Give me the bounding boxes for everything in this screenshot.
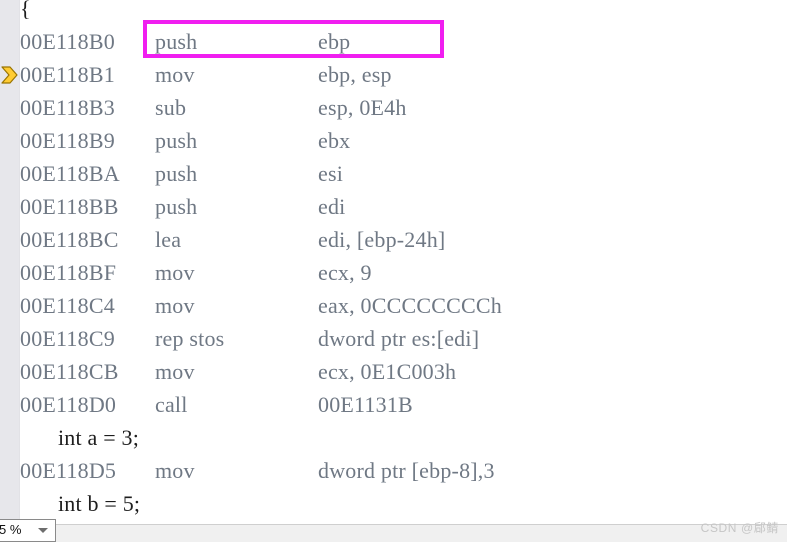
- source-code-row[interactable]: int b = 5;: [0, 487, 787, 520]
- disassembly-row[interactable]: 00E118B0 push ebp: [0, 25, 787, 58]
- instruction-mnemonic: mov: [155, 62, 195, 87]
- disassembly-row[interactable]: 00E118B9 push ebx: [0, 124, 787, 157]
- instruction-operands: eax, 0CCCCCCCCh: [318, 293, 502, 318]
- bottom-status-bar: [0, 524, 787, 542]
- instruction-address: 00E118C9: [20, 326, 115, 351]
- instruction-address: 00E118BF: [20, 260, 117, 285]
- disassembly-row[interactable]: 00E118B3 sub esp, 0E4h: [0, 91, 787, 124]
- disassembly-row[interactable]: 00E118C9 rep stos dword ptr es:[edi]: [0, 322, 787, 355]
- instruction-operands: ebp, esp: [318, 62, 392, 87]
- instruction-mnemonic: mov: [155, 260, 195, 285]
- csdn-watermark: CSDN @郈鲭: [700, 521, 779, 535]
- disassembly-row[interactable]: 00E118D0 call 00E1131B: [0, 388, 787, 421]
- instruction-operands: edi: [318, 194, 346, 219]
- instruction-mnemonic: mov: [155, 359, 195, 384]
- instruction-operands: dword ptr es:[edi]: [318, 326, 480, 351]
- disassembly-row[interactable]: 00E118B1 mov ebp, esp: [0, 58, 787, 91]
- instruction-address: 00E118C4: [20, 293, 115, 318]
- instruction-operands: edi, [ebp-24h]: [318, 227, 446, 252]
- instruction-mnemonic: lea: [155, 227, 182, 252]
- instruction-operands: esp, 0E4h: [318, 95, 407, 120]
- instruction-operands: ebp: [318, 29, 351, 54]
- instruction-mnemonic: push: [155, 128, 198, 153]
- disassembly-row[interactable]: 00E118D5 mov dword ptr [ebp-8],3: [0, 454, 787, 487]
- instruction-operands: dword ptr [ebp-8],3: [318, 458, 495, 483]
- instruction-operands: ecx, 9: [318, 260, 372, 285]
- instruction-address: 00E118D5: [20, 458, 117, 483]
- source-code-row[interactable]: int a = 3;: [0, 421, 787, 454]
- instruction-operands: ebx: [318, 128, 351, 153]
- instruction-mnemonic: push: [155, 194, 198, 219]
- instruction-mnemonic: sub: [155, 95, 187, 120]
- instruction-address: 00E118BA: [20, 161, 120, 186]
- instruction-address: 00E118D0: [20, 392, 117, 417]
- instruction-address: 00E118B0: [20, 29, 115, 54]
- instruction-address: 00E118BC: [20, 227, 119, 252]
- instruction-address: 00E118B9: [20, 128, 115, 153]
- disassembly-code-surface[interactable]: {00E118B0 push ebp 00E118B1 mov ebp, esp 00E11…: [0, 0, 787, 524]
- disassembly-window: {00E118B0 push ebp 00E118B1 mov ebp, esp 00E11…: [0, 0, 787, 542]
- instruction-mnemonic: push: [155, 29, 198, 54]
- instruction-address: 00E118CB: [20, 359, 119, 384]
- source-code-row[interactable]: {: [0, 0, 787, 25]
- zoom-level-value: 5 %: [0, 522, 22, 537]
- source-statement: int a = 3;: [58, 425, 140, 450]
- source-brace: {: [20, 0, 31, 21]
- source-statement: int b = 5;: [58, 491, 141, 516]
- zoom-level-combobox[interactable]: 5 %: [0, 519, 56, 542]
- instruction-operands: ecx, 0E1C003h: [318, 359, 457, 384]
- disassembly-row[interactable]: 00E118BA push esi: [0, 157, 787, 190]
- disassembly-row[interactable]: 00E118BB push edi: [0, 190, 787, 223]
- disassembly-row[interactable]: 00E118BF mov ecx, 9: [0, 256, 787, 289]
- disassembly-row[interactable]: 00E118C4 mov eax, 0CCCCCCCCh: [0, 289, 787, 322]
- instruction-address: 00E118B1: [20, 62, 115, 87]
- chevron-down-icon[interactable]: [38, 528, 48, 533]
- instruction-mnemonic: call: [155, 392, 188, 417]
- instruction-operands: esi: [318, 161, 344, 186]
- instruction-mnemonic: mov: [155, 293, 195, 318]
- instruction-address: 00E118BB: [20, 194, 119, 219]
- disassembly-row[interactable]: 00E118BC lea edi, [ebp-24h]: [0, 223, 787, 256]
- instruction-mnemonic: mov: [155, 458, 195, 483]
- instruction-operands: 00E1131B: [318, 392, 413, 417]
- instruction-address: 00E118B3: [20, 95, 115, 120]
- instruction-mnemonic: rep stos: [155, 326, 225, 351]
- instruction-mnemonic: push: [155, 161, 198, 186]
- disassembly-row[interactable]: 00E118CB mov ecx, 0E1C003h: [0, 355, 787, 388]
